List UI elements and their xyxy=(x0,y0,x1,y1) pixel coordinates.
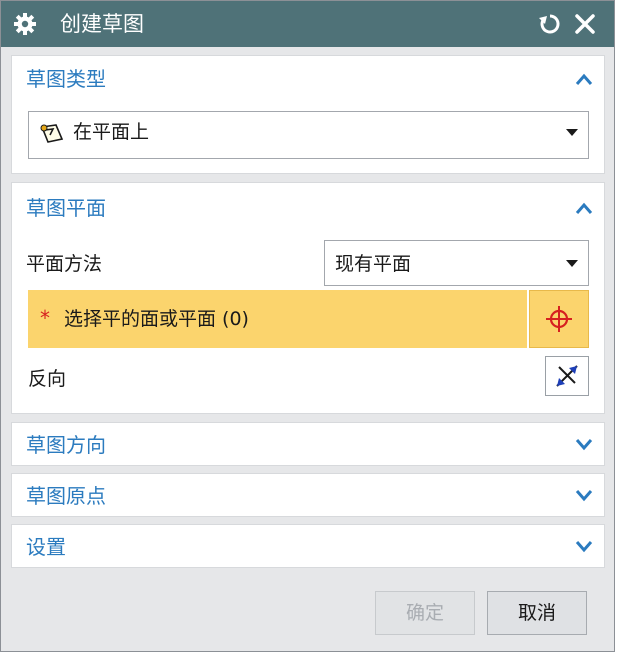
chevron-down-icon[interactable] xyxy=(574,488,594,502)
ok-button[interactable]: 确定 xyxy=(375,591,475,635)
sketch-plane-header[interactable]: 草图平面 xyxy=(26,195,106,221)
flip-direction-icon xyxy=(556,365,578,387)
sketch-on-plane-icon xyxy=(40,124,64,143)
dropdown-arrow-icon xyxy=(566,260,578,267)
sketch-origin-section[interactable]: 草图原点 xyxy=(11,473,605,517)
sketch-origin-header[interactable]: 草图原点 xyxy=(26,483,106,509)
reverse-direction-label: 反向 xyxy=(28,368,67,390)
select-planar-face-row[interactable]: * 选择平的面或平面 (0) xyxy=(28,290,527,348)
chevron-up-icon[interactable] xyxy=(574,72,594,86)
plane-method-label: 平面方法 xyxy=(26,253,103,275)
sketch-type-dropdown[interactable]: 在平面上 xyxy=(28,111,589,159)
sketch-type-header[interactable]: 草图类型 xyxy=(26,66,106,92)
settings-section[interactable]: 设置 xyxy=(11,524,605,568)
plane-method-dropdown[interactable]: 现有平面 xyxy=(324,240,589,286)
select-planar-face-label: 选择平的面或平面 (0) xyxy=(64,308,249,330)
sketch-orientation-section[interactable]: 草图方向 xyxy=(11,422,605,466)
chevron-down-icon[interactable] xyxy=(574,539,594,553)
select-object-button[interactable] xyxy=(529,290,589,348)
crosshair-icon xyxy=(546,306,572,332)
gear-icon xyxy=(14,13,36,35)
dialog-title: 创建草图 xyxy=(60,12,144,36)
plane-method-value: 现有平面 xyxy=(335,253,412,275)
reverse-direction-button[interactable] xyxy=(545,356,589,396)
sketch-orientation-header[interactable]: 草图方向 xyxy=(26,432,106,458)
reset-icon[interactable] xyxy=(538,12,562,36)
sketch-type-value: 在平面上 xyxy=(73,121,150,143)
settings-header[interactable]: 设置 xyxy=(26,534,66,560)
close-icon[interactable] xyxy=(573,12,597,36)
cancel-button[interactable]: 取消 xyxy=(487,591,587,635)
required-mark: * xyxy=(40,306,50,330)
chevron-down-icon[interactable] xyxy=(574,437,594,451)
sketch-type-section: 草图类型 在平面上 xyxy=(11,55,605,174)
title-bar[interactable]: 创建草图 xyxy=(1,1,614,47)
create-sketch-dialog: 创建草图 草图类型 在平面上 草图平面 平面方法 现有平面 * 选择平的面或平面… xyxy=(0,0,615,652)
chevron-up-icon[interactable] xyxy=(574,201,594,215)
dropdown-arrow-icon xyxy=(566,129,578,136)
